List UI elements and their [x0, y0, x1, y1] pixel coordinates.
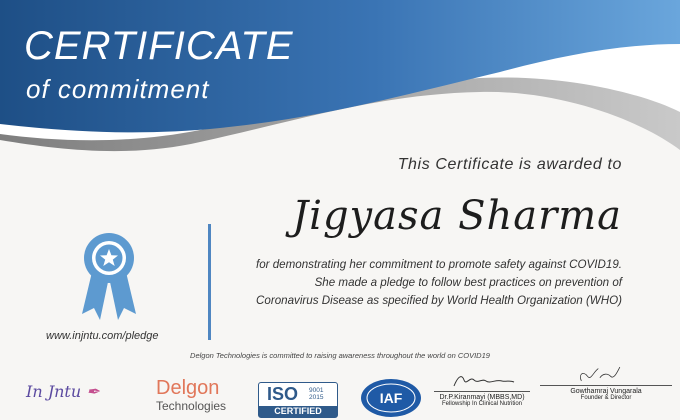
injntu-logo: In Jntu ✒	[26, 382, 100, 401]
iso-certified-label: CERTIFIED	[259, 406, 337, 417]
signature-rule	[540, 385, 672, 386]
logo-bar: In Jntu ✒ Delgon Technologies ISO 9001 2…	[0, 364, 680, 420]
signature-scribble	[580, 366, 621, 382]
iaf-text: IAF	[380, 390, 403, 406]
signature-scribble	[453, 376, 515, 387]
signature-rule	[434, 391, 530, 392]
signatory-name: Dr.P.Kiranmayi (MBBS,MD)	[439, 394, 525, 401]
signatory-role: Fellowship In Clinical Nutrition	[441, 401, 523, 407]
signatory-name: Gowthamraj Vungarala	[570, 388, 642, 395]
delgon-logo-name: Delgon	[156, 377, 220, 399]
iso-number: 9001	[309, 387, 324, 394]
award-ribbon-star-icon	[82, 233, 136, 320]
description-line: Coronavirus Disease as specified by Worl…	[256, 294, 622, 307]
delgon-logo-sub: Technologies	[156, 399, 227, 413]
iaf-globe-seal: IAF	[361, 379, 421, 417]
iso-word: ISO	[267, 384, 299, 404]
delgon-logo: Delgon Technologies	[156, 378, 226, 412]
description-line: She made a pledge to follow best practic…	[314, 276, 622, 289]
footnote-text: Delgon Technologies is committed to rais…	[190, 351, 490, 360]
certificate-description: for demonstrating her commitment to prom…	[202, 256, 622, 310]
injntu-logo-text: In Jntu	[26, 382, 82, 401]
iso-standard: 9001 2015	[309, 387, 323, 401]
awarded-line: This Certificate is awarded to	[397, 156, 622, 173]
iso-certified-badge: ISO 9001 2015 CERTIFIED	[258, 382, 338, 418]
certificate-title: CERTIFICATE	[24, 24, 294, 68]
signatory-role: Founder & Director	[580, 395, 632, 401]
pledge-url-link[interactable]: www.injntu.com/pledge	[46, 330, 159, 342]
recipient-name: Jigyasa Sharma	[292, 193, 622, 239]
signature-block-1: Dr.P.Kiranmayi (MBBS,MD) Fellowship In C…	[434, 370, 530, 407]
certificate-subtitle: of commitment	[26, 74, 210, 104]
signature-block-2: Gowthamraj Vungarala Founder & Director	[540, 364, 672, 401]
iso-year: 2015	[309, 394, 324, 401]
pen-icon: ✒	[86, 382, 100, 401]
description-line: for demonstrating her commitment to prom…	[255, 258, 622, 271]
divider-line	[208, 224, 211, 340]
